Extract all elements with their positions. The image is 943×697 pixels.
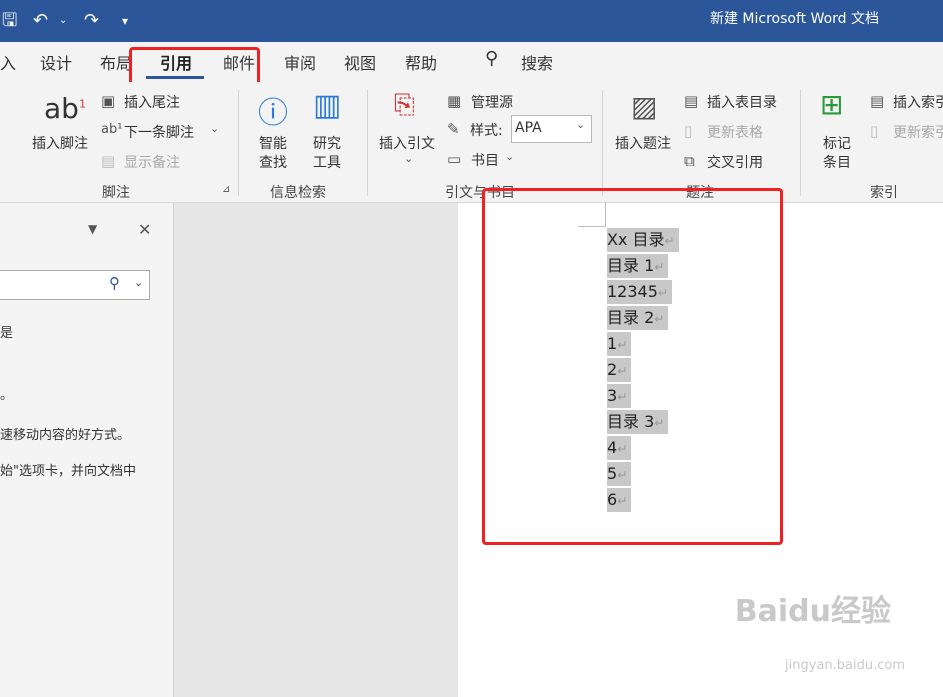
style-label: 样式:: [470, 123, 503, 139]
manage-sources-icon: ▦: [447, 92, 462, 110]
insert-table-of-figures-icon: ▤: [684, 92, 699, 110]
dialog-launcher-icon[interactable]: ⊿: [222, 184, 230, 195]
nav-text-line: 始"选项卡，并向文档中: [0, 464, 136, 479]
undo-icon[interactable]: ↶: [33, 0, 48, 42]
tab-insert[interactable]: 入: [0, 50, 16, 74]
chevron-down-icon[interactable]: ⌄: [505, 150, 514, 163]
mark-entry-button[interactable]: 标记: [823, 133, 851, 153]
group-separator: [367, 90, 368, 196]
research-button[interactable]: 研究: [313, 133, 341, 153]
redo-icon[interactable]: ↷: [84, 0, 99, 42]
chevron-down-icon[interactable]: ⌄: [134, 276, 143, 289]
title-bar: 🖫 ↶ ⌄ ↷ ▾ 新建 Microsoft Word 文档: [0, 0, 943, 42]
chevron-down-icon: ⌄: [576, 118, 586, 131]
tab-search[interactable]: 搜索: [521, 50, 553, 74]
save-icon[interactable]: 🖫: [2, 0, 17, 42]
group-label-index: 索引: [870, 185, 898, 201]
window-title: 新建 Microsoft Word 文档: [709, 11, 879, 27]
update-table-icon: ▯: [684, 122, 693, 140]
manage-sources-button[interactable]: 管理源: [471, 92, 513, 112]
group-separator: [602, 90, 603, 196]
document-background: [174, 203, 458, 697]
insert-footnote-icon: ab1: [44, 92, 86, 125]
update-index-icon: ▯: [870, 122, 879, 140]
watermark-url: jingyan.baidu.com: [785, 658, 905, 673]
tab-design[interactable]: 设计: [40, 50, 72, 74]
insert-endnote-button[interactable]: 插入尾注: [124, 92, 180, 112]
group-separator: [238, 90, 239, 196]
update-table-button[interactable]: 更新表格: [707, 122, 763, 142]
tab-view[interactable]: 视图: [344, 50, 376, 74]
search-icon[interactable]: ⚲: [485, 48, 498, 69]
style-select-value: APA: [515, 120, 542, 136]
nav-text-line: 是: [0, 326, 14, 341]
bibliography-icon: ▭: [447, 150, 462, 168]
show-notes-icon: ▤: [101, 152, 116, 170]
search-icon: ⚲: [109, 274, 120, 292]
insert-citation-icon: ⎘: [394, 90, 415, 120]
nav-text-line: 。: [0, 388, 14, 403]
tab-help[interactable]: 帮助: [405, 50, 437, 74]
nav-text-line: 速移动内容的好方式。: [0, 428, 131, 443]
update-index-button[interactable]: 更新索引: [893, 122, 943, 142]
search-input[interactable]: ⚲ ⌄: [0, 270, 150, 300]
group-separator: [800, 90, 801, 196]
insert-caption-button[interactable]: 插入题注: [615, 133, 671, 153]
cross-reference-icon: ⧉: [684, 152, 695, 170]
tab-review[interactable]: 审阅: [284, 50, 316, 74]
show-notes-button[interactable]: 显示备注: [124, 152, 180, 172]
watermark-logo: Baidu经验: [734, 594, 891, 629]
smart-lookup-button[interactable]: 智能: [259, 133, 287, 153]
close-icon[interactable]: ✕: [138, 220, 151, 239]
chevron-down-icon[interactable]: ⌄: [210, 122, 219, 135]
next-footnote-icon: ab¹: [101, 122, 123, 137]
undo-dropdown-icon[interactable]: ⌄: [59, 0, 67, 42]
group-label-research: 信息检索: [270, 185, 326, 201]
insert-citation-button[interactable]: 插入引文: [379, 133, 435, 153]
research-button-line2[interactable]: 工具: [313, 152, 341, 172]
style-icon: ✎: [447, 120, 460, 138]
next-footnote-button[interactable]: 下一条脚注: [124, 122, 194, 142]
smart-lookup-button-line2[interactable]: 查找: [259, 152, 287, 172]
insert-caption-icon: ▨: [631, 90, 658, 123]
style-select[interactable]: APA ⌄: [511, 115, 592, 143]
tab-layout[interactable]: 布局: [100, 50, 132, 74]
insert-table-of-figures-button[interactable]: 插入表目录: [707, 92, 777, 112]
insert-index-button[interactable]: 插入索引: [893, 92, 943, 112]
highlight-box-document: [482, 188, 783, 545]
research-icon: ▥: [313, 88, 342, 123]
bibliography-button[interactable]: 书目: [471, 150, 499, 170]
insert-index-icon: ▤: [870, 92, 885, 110]
chevron-down-icon[interactable]: ⌄: [404, 152, 413, 165]
cross-reference-button[interactable]: 交叉引用: [707, 152, 763, 172]
insert-footnote-button[interactable]: 插入脚注: [32, 133, 88, 153]
insert-endnote-icon: ▣: [101, 92, 116, 110]
customize-icon[interactable]: ▾: [122, 0, 128, 42]
mark-entry-icon: ⊞: [820, 88, 844, 121]
group-label-footnotes: 脚注: [102, 185, 130, 201]
mark-entry-button-line2[interactable]: 条目: [823, 152, 851, 172]
smart-lookup-icon: ⓘ: [258, 96, 288, 131]
pane-options-icon[interactable]: ▼: [88, 222, 97, 236]
